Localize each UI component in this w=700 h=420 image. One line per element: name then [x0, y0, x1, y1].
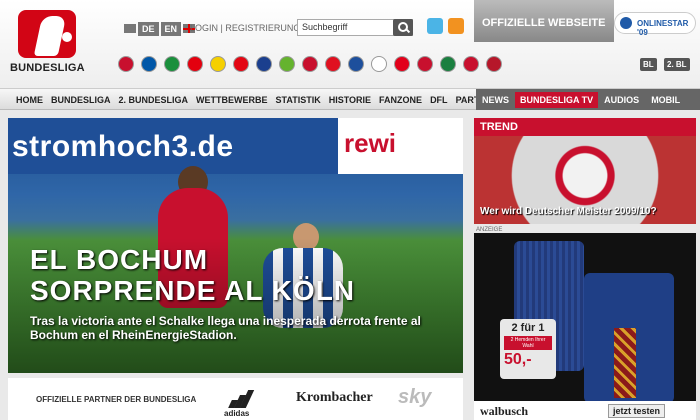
offer-top: 2 für 1: [511, 322, 545, 334]
main-navigation: HOME BUNDESLIGA 2. BUNDESLIGA WETTBEWERB…: [0, 88, 700, 110]
nav-left: HOME BUNDESLIGA 2. BUNDESLIGA WETTBEWERB…: [16, 95, 498, 105]
rss-icon[interactable]: [448, 18, 464, 34]
sky-logo[interactable]: sky: [398, 386, 431, 409]
language-de[interactable]: DE: [138, 22, 159, 36]
nav-wettbewerbe[interactable]: WETTBEWERBE: [196, 95, 268, 105]
german-flag-icon[interactable]: [124, 24, 136, 33]
nav-bundesliga[interactable]: BUNDESLIGA: [51, 95, 111, 105]
partners-label: OFFIZIELLE PARTNER DER BUNDESLIGA: [36, 395, 197, 404]
trend-title: TREND: [480, 121, 518, 133]
nav-dfl[interactable]: DFL: [430, 95, 448, 105]
walbusch-ad[interactable]: 2 für 1 2 Hemden Ihrer Wahl 50,- walbusc…: [474, 233, 696, 420]
club-logo-icon[interactable]: [348, 56, 364, 72]
adidas-text: adidas: [224, 409, 250, 418]
club-logo-icon[interactable]: [279, 56, 295, 72]
test-now-button[interactable]: jetzt testen: [608, 404, 666, 418]
hero-description: Tras la victoria ante el Schalke llega u…: [30, 314, 421, 342]
nav-mobil[interactable]: MOBIL: [645, 95, 686, 105]
club-logo-icon[interactable]: [325, 56, 341, 72]
trend-header: TREND: [474, 118, 696, 136]
offer-badge: 2 für 1 2 Hemden Ihrer Wahl: [500, 319, 556, 379]
club-logo-icon[interactable]: [141, 56, 157, 72]
banner-right-text: rewi: [344, 128, 397, 158]
club-logo-icon[interactable]: [256, 56, 272, 72]
search-icon[interactable]: [393, 19, 413, 36]
club-logo-icon[interactable]: [440, 56, 456, 72]
offer-price: 50,-: [504, 351, 532, 368]
adidas-logo[interactable]: adidas: [224, 386, 255, 418]
site-header: BUNDESLIGA DE EN LOGIN | REGISTRIERUNG S…: [0, 0, 700, 88]
nav-statistik[interactable]: STATISTIK: [276, 95, 321, 105]
walbusch-logo: walbusch: [480, 404, 529, 418]
nav-home[interactable]: HOME: [16, 95, 43, 105]
language-en[interactable]: EN: [160, 22, 182, 36]
partners-bar: OFFIZIELLE PARTNER DER BUNDESLIGA adidas…: [8, 378, 463, 420]
nav-right: NEWS BUNDESLIGA TV AUDIOS MOBIL: [476, 89, 700, 110]
trend-box[interactable]: TREND Wer wird Deutscher Meister 2009/10…: [474, 118, 696, 224]
club-logo-icon[interactable]: [210, 56, 226, 72]
banner-right: rewi: [338, 118, 463, 174]
hero-headline[interactable]: EL BOCHUM SORPRENDE AL KÖLN: [30, 244, 355, 306]
bundesliga-logo[interactable]: BUNDESLIGA: [10, 8, 90, 78]
club-logo-icon[interactable]: [486, 56, 502, 72]
headline-line-1: EL BOCHUM: [30, 244, 209, 275]
banner-text: stromhoch3.de: [12, 130, 234, 163]
offer-sub: 2 Hemden Ihrer Wahl: [504, 336, 552, 350]
club-logo-icon[interactable]: [118, 56, 134, 72]
club-nav-bl[interactable]: BL: [640, 58, 657, 71]
bundesliga-logo-icon: [18, 10, 76, 58]
headline-line-2: SORPRENDE AL KÖLN: [30, 275, 356, 306]
nav-historie[interactable]: HISTORIE: [329, 95, 371, 105]
nav-news[interactable]: NEWS: [476, 95, 515, 105]
club-logo-icon[interactable]: [371, 56, 387, 72]
nav-bundesliga-tv[interactable]: BUNDESLIGA TV: [515, 91, 599, 108]
trend-caption[interactable]: Wer wird Deutscher Meister 2009/10?: [480, 206, 657, 217]
official-website-banner: OFFIZIELLE WEBSEITE: [474, 0, 614, 42]
nav-fanzone[interactable]: FANZONE: [379, 95, 422, 105]
club-logo-icon[interactable]: [463, 56, 479, 72]
language-switcher: DE EN: [124, 22, 196, 36]
logo-text: BUNDESLIGA: [10, 62, 85, 74]
club-logo-icon[interactable]: [233, 56, 249, 72]
club-logo-icon[interactable]: [187, 56, 203, 72]
login-link[interactable]: LOGIN | REGISTRIERUNG: [190, 23, 300, 33]
stadium-banner: stromhoch3.de rewi: [8, 118, 463, 174]
twitter-icon[interactable]: [427, 18, 443, 34]
club-logo-icon[interactable]: [302, 56, 318, 72]
tie-image: [614, 328, 636, 398]
nav-audios[interactable]: AUDIOS: [598, 95, 645, 105]
krombacher-logo[interactable]: Krombacher: [296, 390, 373, 406]
ad-footer: walbusch jetzt testen: [474, 401, 696, 420]
club-logo-icon[interactable]: [394, 56, 410, 72]
club-logo-icon[interactable]: [164, 56, 180, 72]
nav-2-bundesliga[interactable]: 2. BUNDESLIGA: [119, 95, 189, 105]
onlinestar-badge[interactable]: ONLINESTAR '09: [614, 12, 696, 37]
club-logo-icon[interactable]: [417, 56, 433, 72]
hero-article[interactable]: stromhoch3.de rewi EL BOCHUM SORPRENDE A…: [8, 118, 463, 373]
club-logos: [118, 56, 502, 72]
club-nav-2bl[interactable]: 2. BL: [664, 58, 690, 71]
